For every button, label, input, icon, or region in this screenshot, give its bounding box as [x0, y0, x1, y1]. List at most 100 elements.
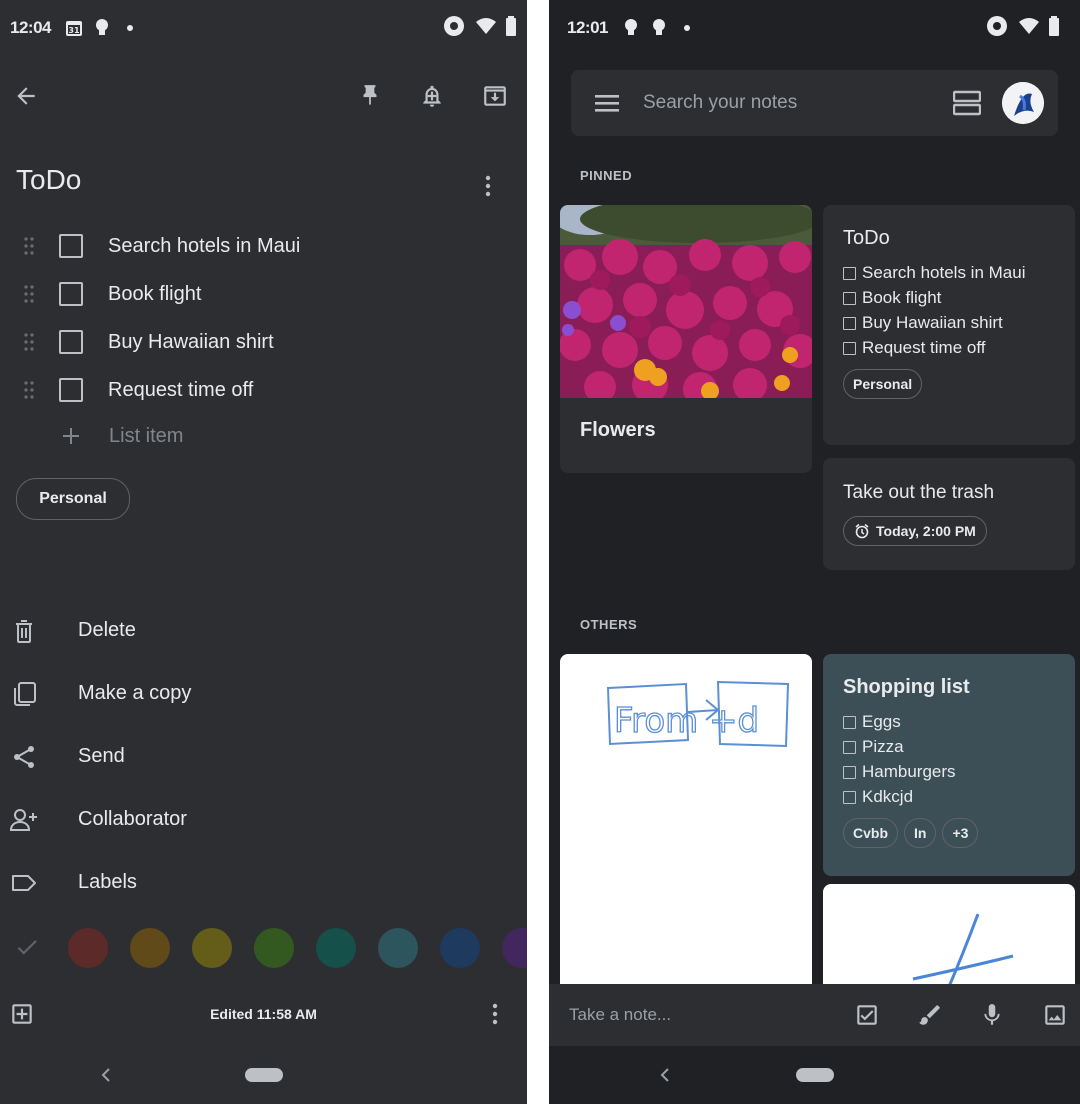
checklist-item-label[interactable]: Buy Hawaiian shirt	[108, 331, 274, 354]
note-title[interactable]: ToDo	[16, 164, 81, 196]
nav-home-pill[interactable]	[795, 1068, 834, 1082]
reminder-bell-icon[interactable]	[412, 76, 452, 116]
battery-icon	[1048, 15, 1060, 41]
color-swatch[interactable]	[502, 928, 527, 968]
mini-checklist-item: Hamburgers	[843, 761, 1055, 783]
checklist: Search hotels in Maui Book flight Buy Ha…	[0, 222, 527, 458]
color-picker	[0, 924, 527, 970]
trash-icon	[2, 609, 46, 653]
note-card-title: Flowers	[580, 419, 656, 441]
add-list-item-placeholder[interactable]: List item	[109, 425, 183, 448]
add-list-item-row[interactable]: List item	[0, 414, 527, 458]
color-swatch[interactable]	[68, 928, 108, 968]
mini-checklist-item: Search hotels in Maui	[843, 262, 1055, 284]
alarm-clock-icon	[854, 523, 870, 539]
note-card-checklist: Search hotels in Maui Book flight Buy Ha…	[843, 262, 1055, 359]
menu-item-labels[interactable]: Labels	[0, 851, 527, 914]
checkbox[interactable]	[59, 234, 83, 258]
label-icon	[2, 861, 46, 905]
drag-handle-icon[interactable]	[20, 379, 38, 401]
take-note-input[interactable]: Take a note...	[569, 1005, 671, 1025]
pin-icon[interactable]	[350, 76, 390, 116]
checklist-item[interactable]: Request time off	[0, 366, 527, 414]
menu-item-delete[interactable]: Delete	[0, 599, 527, 662]
share-icon	[2, 735, 46, 779]
color-swatch[interactable]	[192, 928, 232, 968]
note-card-flowers[interactable]: Flowers	[560, 205, 812, 473]
note-card-todo[interactable]: ToDo Search hotels in Maui Book flight B…	[823, 205, 1075, 445]
checklist-item-label[interactable]: Request time off	[108, 379, 253, 402]
checklist-item[interactable]: Buy Hawaiian shirt	[0, 318, 527, 366]
note-card-title: Shopping list	[843, 676, 970, 698]
menu-item-collaborator[interactable]: Collaborator	[0, 788, 527, 851]
checklist-item[interactable]: Book flight	[0, 270, 527, 318]
color-swatch[interactable]	[378, 928, 418, 968]
note-card-title: Take out the trash	[843, 482, 995, 503]
color-swatch[interactable]	[254, 928, 294, 968]
nav-back-icon[interactable]	[655, 1065, 675, 1085]
label-chip-personal[interactable]: Personal	[16, 478, 130, 520]
checklist-item-label[interactable]: Search hotels in Maui	[108, 235, 300, 258]
note-editor-screen: 12:04 31 ToDo Search hotels in Maui Book…	[0, 0, 527, 1104]
calendar-notification-icon: 31	[63, 17, 85, 39]
brush-icon[interactable]	[910, 995, 950, 1035]
reminder-text: Today, 2:00 PM	[876, 523, 976, 539]
status-bar: 12:04 31	[0, 0, 527, 56]
mini-checkbox	[843, 766, 856, 779]
menu-item-send[interactable]: Send	[0, 725, 527, 788]
wifi-icon	[1018, 17, 1040, 40]
drag-handle-icon[interactable]	[20, 331, 38, 353]
plus-icon	[60, 425, 82, 447]
checklist-item-label[interactable]: Book flight	[108, 283, 201, 306]
wifi-icon	[475, 17, 497, 40]
menu-item-label: Labels	[78, 871, 137, 893]
mini-checklist-item: Eggs	[843, 711, 1055, 733]
color-swatch[interactable]	[316, 928, 356, 968]
lightbulb-notification-icon	[91, 17, 113, 39]
label-chip: In	[904, 818, 937, 848]
checkbox[interactable]	[59, 282, 83, 306]
drag-handle-icon[interactable]	[20, 235, 38, 257]
others-section-label: OTHERS	[580, 617, 638, 632]
note-card-title: ToDo	[843, 227, 890, 249]
editor-bottom-bar: Edited 11:58 AM	[0, 990, 527, 1038]
color-swatch[interactable]	[440, 928, 480, 968]
image-icon[interactable]	[1035, 995, 1075, 1035]
more-vert-icon[interactable]	[475, 994, 515, 1034]
avatar[interactable]	[1002, 82, 1044, 124]
mini-checkbox	[843, 292, 856, 305]
archive-icon[interactable]	[475, 76, 515, 116]
mini-checkbox	[843, 741, 856, 754]
system-nav-bar	[549, 1046, 1080, 1104]
new-list-checkbox-icon[interactable]	[847, 995, 887, 1035]
menu-item-label: Delete	[78, 619, 136, 641]
note-card-drawing[interactable]	[823, 884, 1075, 994]
checklist-item[interactable]: Search hotels in Maui	[0, 222, 527, 270]
list-view-toggle-icon[interactable]	[947, 83, 987, 123]
nav-back-icon[interactable]	[96, 1065, 116, 1085]
search-input[interactable]: Search your notes	[643, 92, 797, 114]
checkbox[interactable]	[59, 330, 83, 354]
drag-handle-icon[interactable]	[20, 283, 38, 305]
mini-checklist-label: Kdkcjd	[862, 787, 914, 806]
nav-home-pill[interactable]	[244, 1068, 283, 1082]
menu-item-make-copy[interactable]: Make a copy	[0, 662, 527, 725]
eye-icon	[441, 15, 467, 42]
svg-text:31: 31	[68, 26, 80, 35]
reminder-chip: Today, 2:00 PM	[843, 516, 987, 546]
dot-notification-icon	[119, 17, 141, 39]
menu-item-label: Make a copy	[78, 682, 192, 704]
microphone-icon[interactable]	[972, 995, 1012, 1035]
color-swatch[interactable]	[130, 928, 170, 968]
back-arrow-icon[interactable]	[6, 76, 46, 116]
search-bar[interactable]: Search your notes	[571, 70, 1058, 136]
note-card-trash[interactable]: Take out the trash Today, 2:00 PM	[823, 458, 1075, 570]
dot-notification-icon	[676, 17, 698, 39]
check-mark-icon	[14, 934, 40, 965]
note-card-shopping-list[interactable]: Shopping list Eggs Pizza Hamburgers Kdkc…	[823, 654, 1075, 876]
note-actions-menu: Delete Make a copy Send Collaborator Lab…	[0, 599, 527, 914]
more-vert-icon[interactable]	[468, 166, 508, 206]
menu-hamburger-icon[interactable]	[587, 83, 627, 123]
checkbox[interactable]	[59, 378, 83, 402]
note-card-drawing[interactable]: From +d	[560, 654, 812, 994]
